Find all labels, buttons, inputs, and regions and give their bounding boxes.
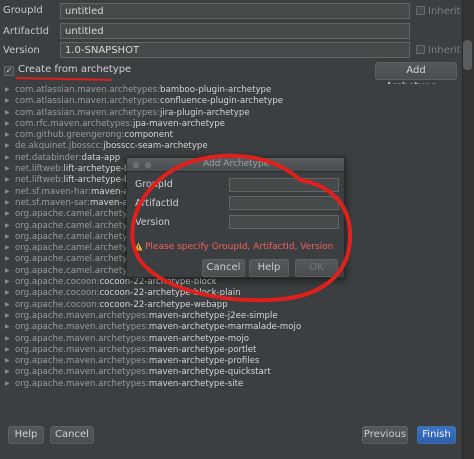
previous-button[interactable]: Previous (362, 426, 408, 444)
cancel-button[interactable]: Cancel (50, 426, 94, 444)
annotation-circle (130, 153, 353, 303)
help-button[interactable]: Help (8, 426, 44, 444)
finish-button[interactable]: Finish (417, 426, 456, 444)
